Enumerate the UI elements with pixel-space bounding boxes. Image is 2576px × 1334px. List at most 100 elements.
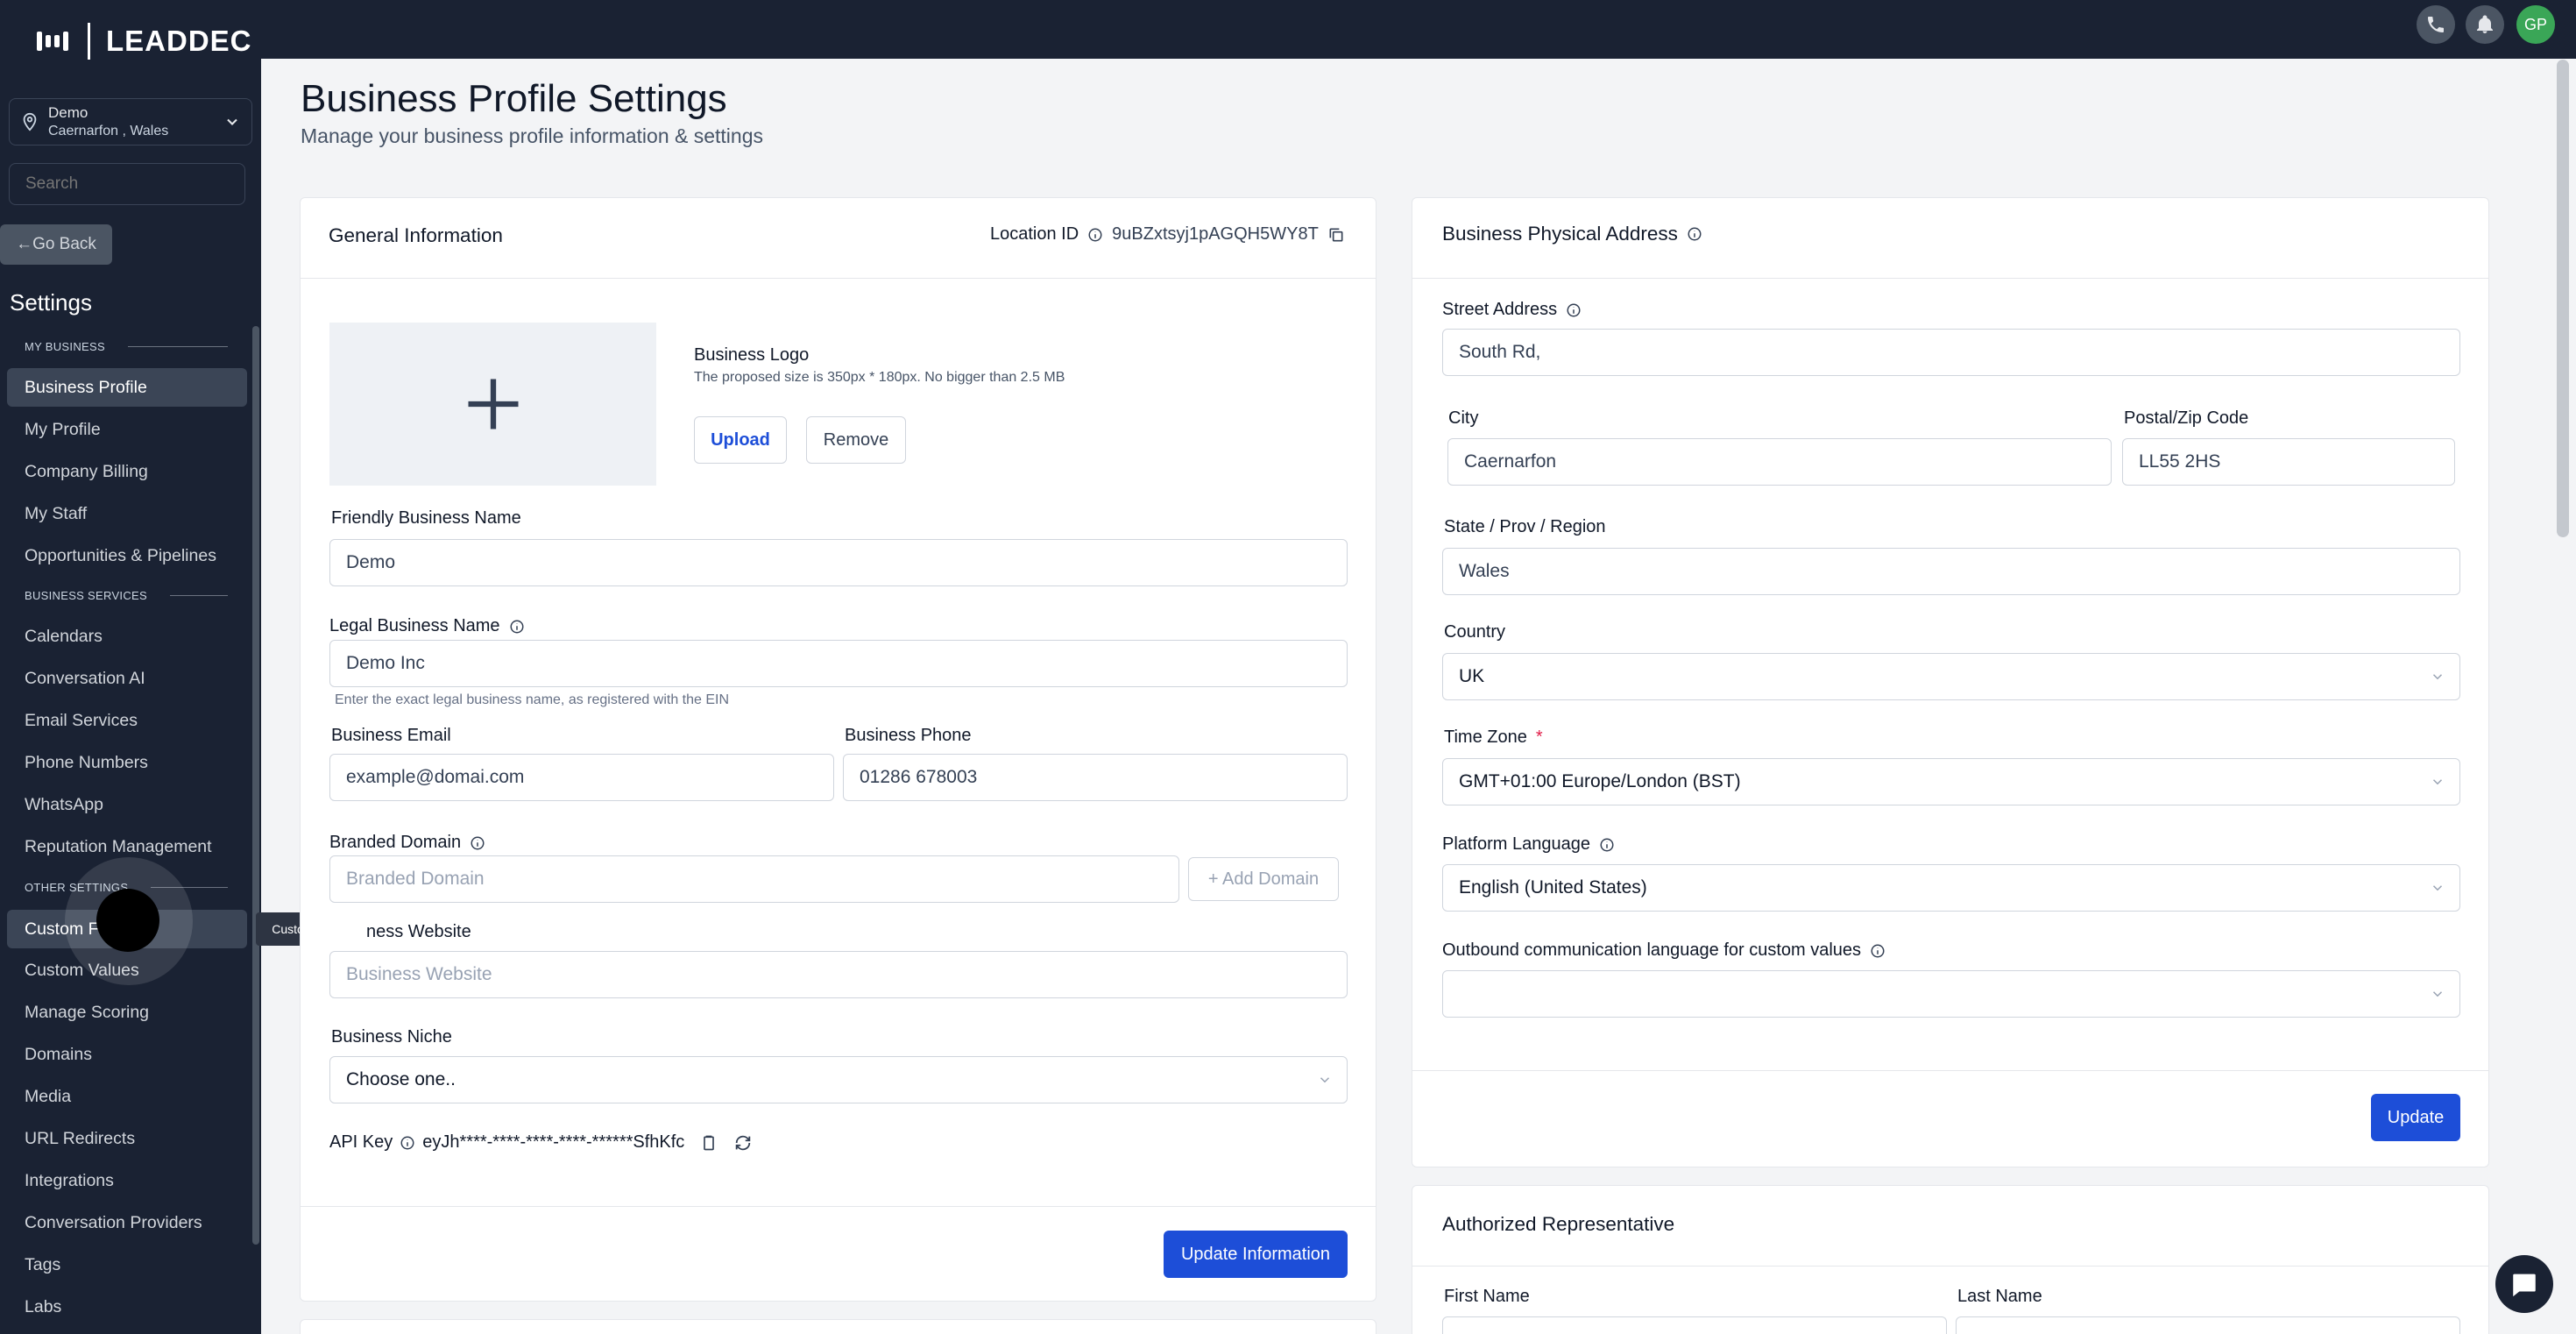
location-switcher[interactable]: Demo Caernarfon , Wales — [9, 98, 252, 145]
upload-logo-button[interactable]: Upload — [694, 416, 787, 464]
update-address-button[interactable]: Update — [2371, 1094, 2460, 1141]
state-label: State / Prov / Region — [1444, 517, 1606, 536]
sidebar-item-conversation-ai[interactable]: Conversation AI — [7, 659, 247, 698]
bell-icon[interactable] — [2466, 5, 2504, 44]
sidebar-item-email-services[interactable]: Email Services — [7, 701, 247, 740]
info-icon[interactable] — [1599, 837, 1615, 853]
sidebar-item-conversation-providers[interactable]: Conversation Providers — [7, 1203, 247, 1242]
sidebar-item-calendars[interactable]: Calendars — [7, 617, 247, 656]
first-name-input[interactable] — [1442, 1316, 1947, 1334]
api-key-value: eyJh****-****-****-****-******SfhKfc — [422, 1132, 685, 1152]
platform-language-select[interactable]: English (United States) — [1442, 864, 2460, 912]
chat-icon — [2513, 1274, 2536, 1297]
sidebar-item-my-staff[interactable]: My Staff — [7, 494, 247, 533]
sidebar-item-domains[interactable]: Domains — [7, 1035, 247, 1074]
user-avatar[interactable]: GP — [2516, 5, 2555, 44]
outbound-language-label: Outbound communication language for cust… — [1442, 940, 1862, 960]
chat-widget-button[interactable] — [2495, 1255, 2553, 1313]
street-address-label: Street Address — [1442, 300, 1558, 319]
settings-heading: Settings — [10, 289, 92, 316]
sidebar-item-my-profile[interactable]: My Profile — [7, 410, 247, 449]
sidebar-item-url-redirects[interactable]: URL Redirects — [7, 1119, 247, 1158]
branded-domain-label: Branded Domain — [329, 833, 462, 852]
go-back-button[interactable]: ← Go Back — [0, 224, 112, 265]
location-id-label: Location ID — [990, 224, 1079, 244]
business-email-input[interactable]: example@domai.com — [329, 754, 834, 801]
chevron-down-icon — [2432, 779, 2443, 785]
sidebar-scrollbar[interactable] — [252, 326, 259, 1245]
go-back-label: Go Back — [32, 235, 96, 253]
main-scrollbar[interactable] — [2557, 60, 2569, 537]
country-label: Country — [1444, 622, 1506, 642]
chevron-down-icon — [1320, 1077, 1330, 1083]
required-asterisk: * — [1535, 727, 1543, 747]
sidebar-item-tags[interactable]: Tags — [7, 1245, 247, 1284]
brand-name: LEADDEC — [106, 25, 252, 57]
sidebar: LEADDEC Demo Caernarfon , Wales ← Go Bac… — [0, 0, 261, 1334]
last-name-input[interactable] — [1956, 1316, 2460, 1334]
update-information-button[interactable]: Update Information — [1164, 1231, 1348, 1278]
sidebar-item-labs[interactable]: Labs — [7, 1288, 247, 1326]
info-icon[interactable] — [1870, 943, 1886, 959]
postal-code-input[interactable]: LL55 2HS — [2122, 438, 2455, 486]
postal-code-label: Postal/Zip Code — [2124, 408, 2249, 428]
street-address-input[interactable]: South Rd, — [1442, 329, 2460, 376]
phone-icon[interactable] — [2417, 5, 2455, 44]
page-subtitle: Manage your business profile information… — [301, 124, 764, 147]
remove-logo-button[interactable]: Remove — [806, 416, 906, 464]
location-name: Demo — [48, 104, 88, 122]
logo-upload-area[interactable] — [329, 323, 656, 486]
business-email-label: Business Email — [331, 726, 451, 745]
sidebar-item-media[interactable]: Media — [7, 1077, 247, 1116]
api-key-row: API Key eyJh****-****-****-****-******Sf… — [329, 1132, 753, 1153]
timezone-select[interactable]: GMT+01:00 Europe/London (BST) — [1442, 758, 2460, 805]
sidebar-item-phone-numbers[interactable]: Phone Numbers — [7, 743, 247, 782]
timezone-label-row: Time Zone * — [1444, 727, 1543, 748]
business-logo-title: Business Logo — [694, 345, 810, 365]
sidebar-item-opportunities-pipelines[interactable]: Opportunities & Pipelines — [7, 536, 247, 575]
info-icon[interactable] — [1087, 227, 1103, 243]
chevron-down-icon — [2432, 991, 2443, 997]
brand-logo[interactable]: LEADDEC — [37, 23, 252, 60]
refresh-icon[interactable] — [733, 1133, 753, 1153]
timezone-label: Time Zone — [1444, 727, 1527, 747]
address-footer-divider — [1412, 1070, 2488, 1071]
info-icon[interactable] — [1687, 226, 1702, 242]
business-phone-input[interactable]: 01286 678003 — [843, 754, 1348, 801]
state-input[interactable]: Wales — [1442, 548, 2460, 595]
friendly-name-input[interactable]: Demo — [329, 539, 1348, 586]
sidebar-item-company-billing[interactable]: Company Billing — [7, 452, 247, 491]
info-icon[interactable] — [1566, 302, 1582, 318]
sidebar-item-whatsapp[interactable]: WhatsApp — [7, 785, 247, 824]
info-icon[interactable] — [470, 835, 485, 851]
city-input[interactable]: Caernarfon — [1447, 438, 2112, 486]
chevron-down-icon — [2432, 885, 2443, 891]
info-icon[interactable] — [509, 619, 525, 635]
sidebar-item-manage-scoring[interactable]: Manage Scoring — [7, 993, 247, 1032]
business-niche-select[interactable]: Choose one.. — [329, 1056, 1348, 1103]
clipboard-icon[interactable] — [700, 1134, 718, 1152]
outbound-language-select[interactable] — [1442, 970, 2460, 1018]
branded-domain-input[interactable]: Branded Domain — [329, 855, 1179, 903]
street-label-row: Street Address — [1442, 300, 1582, 320]
platform-language-label: Platform Language — [1442, 834, 1591, 854]
add-domain-button[interactable]: + Add Domain — [1188, 857, 1339, 901]
outbound-language-label-row: Outbound communication language for cust… — [1442, 940, 1886, 961]
legal-name-label-row: Legal Business Name — [329, 616, 525, 636]
general-information-title: General Information — [329, 224, 503, 246]
search-input[interactable] — [25, 174, 240, 194]
legal-name-input[interactable]: Demo Inc — [329, 640, 1348, 687]
country-select[interactable]: UK — [1442, 653, 2460, 700]
chevron-down-icon — [2432, 674, 2443, 680]
business-website-input[interactable]: Business Website — [329, 951, 1348, 998]
sidebar-item-integrations[interactable]: Integrations — [7, 1161, 247, 1200]
copy-icon[interactable] — [1327, 226, 1345, 244]
authorized-representative-card — [1412, 1185, 2489, 1334]
api-key-label: API Key — [329, 1132, 393, 1152]
sidebar-item-business-profile[interactable]: Business Profile — [7, 368, 247, 407]
info-icon[interactable] — [400, 1135, 415, 1151]
timezone-value: GMT+01:00 Europe/London (BST) — [1459, 771, 1741, 791]
top-bar: GP — [261, 0, 2576, 59]
brand-mark-icon — [37, 28, 72, 54]
section-label-my-business: MY BUSINESS — [25, 340, 228, 353]
